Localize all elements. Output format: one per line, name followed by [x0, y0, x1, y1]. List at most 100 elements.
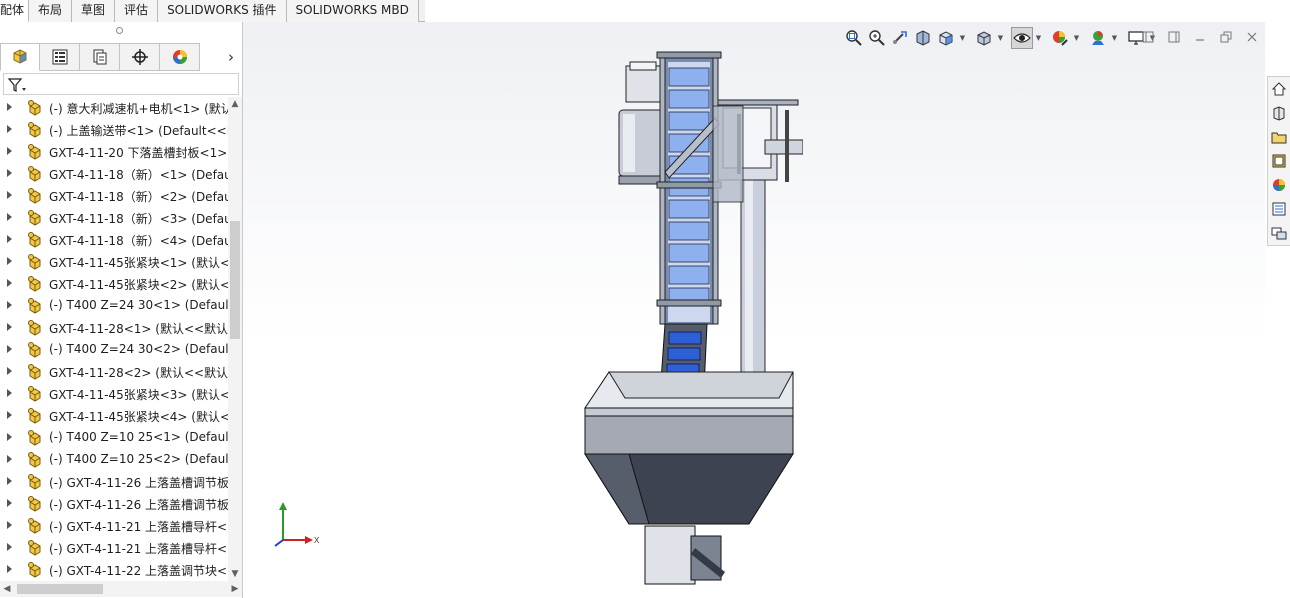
- filter-icon[interactable]: [7, 77, 27, 93]
- tree-item[interactable]: GXT-4-11-18（新）<4> (Defau: [0, 229, 228, 251]
- manager-tabs: [0, 43, 200, 71]
- section-view-button[interactable]: [912, 27, 934, 49]
- tab-custom-properties[interactable]: [1268, 197, 1290, 221]
- previous-view-button[interactable]: [889, 27, 911, 49]
- tree-item[interactable]: (-) T400 Z=24 30<1> (Default<: [0, 295, 228, 317]
- expand-arrow-icon[interactable]: [7, 301, 12, 309]
- zoom-to-fit-button[interactable]: [843, 27, 865, 49]
- scrollbar-thumb[interactable]: [17, 584, 103, 594]
- tree-item[interactable]: (-) 上盖输送带<1> (Default<<D: [0, 119, 228, 141]
- tree-item[interactable]: GXT-4-11-28<2> (默认<<默认>: [0, 361, 228, 383]
- expand-arrow-icon[interactable]: [7, 169, 12, 177]
- tree-item[interactable]: (-) GXT-4-11-26 上落盖槽调节板: [0, 493, 228, 515]
- tab-dimxpert-manager[interactable]: [120, 43, 160, 71]
- tree-item[interactable]: (-) GXT-4-11-22 上落盖调节块<: [0, 559, 228, 581]
- apply-scene-dropdown-icon[interactable]: ▼: [1110, 34, 1119, 42]
- expand-arrow-icon[interactable]: [7, 389, 12, 397]
- expand-arrow-icon[interactable]: [7, 235, 12, 243]
- tab-design-library[interactable]: [1268, 101, 1290, 125]
- scroll-right-icon[interactable]: ▶: [230, 584, 240, 594]
- expand-arrow-icon[interactable]: [7, 433, 12, 441]
- expand-arrow-icon[interactable]: [7, 565, 12, 573]
- collapse-pane-button[interactable]: [1135, 26, 1161, 48]
- tree-item[interactable]: GXT-4-11-28<1> (默认<<默认>: [0, 317, 228, 339]
- expand-arrow-icon[interactable]: [7, 345, 12, 353]
- tab-assembly[interactable]: 配体: [0, 0, 30, 22]
- tree-item[interactable]: (-) GXT-4-11-21 上落盖槽导杆<: [0, 515, 228, 537]
- view-orientation-button[interactable]: [935, 27, 957, 49]
- display-style-button[interactable]: [973, 27, 995, 49]
- tree-item[interactable]: (-) T400 Z=10 25<2> (Default<: [0, 449, 228, 471]
- tab-solidworks-mbd[interactable]: SOLIDWORKS MBD: [286, 0, 419, 22]
- panel-grip-icon[interactable]: [116, 27, 123, 34]
- tab-evaluate[interactable]: 评估: [115, 0, 159, 22]
- tree-vertical-scrollbar[interactable]: ▲ ▼: [228, 97, 242, 581]
- tree-item[interactable]: GXT-4-11-45张紧块<1> (默认<: [0, 251, 228, 273]
- expand-arrow-icon[interactable]: [7, 367, 12, 375]
- scroll-up-icon[interactable]: ▲: [230, 99, 240, 109]
- zoom-to-area-button[interactable]: [866, 27, 888, 49]
- tree-item[interactable]: GXT-4-11-18（新）<1> (Defau: [0, 163, 228, 185]
- tab-solidworks-resources[interactable]: [1268, 77, 1290, 101]
- expand-arrow-icon[interactable]: [7, 477, 12, 485]
- tree-item[interactable]: GXT-4-11-45张紧块<4> (默认<: [0, 405, 228, 427]
- tree-item[interactable]: (-) GXT-4-11-26 上落盖槽调节板: [0, 471, 228, 493]
- expand-pane-button[interactable]: [1161, 26, 1187, 48]
- tree-horizontal-scrollbar[interactable]: ◀ ▶: [0, 581, 242, 597]
- tab-appearances-scenes[interactable]: [1268, 173, 1290, 197]
- scrollbar-thumb[interactable]: [230, 221, 240, 339]
- part-icon: [28, 474, 41, 490]
- tab-forum[interactable]: [1268, 221, 1290, 245]
- edit-appearance-button[interactable]: [1049, 27, 1071, 49]
- restore-button[interactable]: [1213, 26, 1239, 48]
- tree-item[interactable]: GXT-4-11-45张紧块<2> (默认<: [0, 273, 228, 295]
- tree-item-label: (-) T400 Z=10 25<2> (Default<: [49, 452, 228, 466]
- tree-item[interactable]: (-) T400 Z=24 30<2> (Default<: [0, 339, 228, 361]
- tree-item[interactable]: GXT-4-11-18（新）<3> (Defau: [0, 207, 228, 229]
- tab-configuration-manager[interactable]: [80, 43, 120, 71]
- expand-arrow-icon[interactable]: [7, 323, 12, 331]
- expand-arrow-icon[interactable]: [7, 125, 12, 133]
- tree-item[interactable]: GXT-4-11-45张紧块<3> (默认<: [0, 383, 228, 405]
- tree-item[interactable]: (-) GXT-4-11-21 上落盖槽导杆<: [0, 537, 228, 559]
- tree-item-label: GXT-4-11-45张紧块<4> (默认<: [49, 410, 228, 424]
- tab-view-palette[interactable]: [1268, 149, 1290, 173]
- expand-arrow-icon[interactable]: [7, 411, 12, 419]
- tree-item[interactable]: GXT-4-11-18（新）<2> (Defau: [0, 185, 228, 207]
- close-button[interactable]: [1239, 26, 1265, 48]
- edit-appearance-dropdown-icon[interactable]: ▼: [1072, 34, 1081, 42]
- expand-arrow-icon[interactable]: [7, 499, 12, 507]
- expand-arrow-icon[interactable]: [7, 279, 12, 287]
- apply-scene-button[interactable]: [1087, 27, 1109, 49]
- expand-arrow-icon[interactable]: [7, 147, 12, 155]
- tab-solidworks-addins[interactable]: SOLIDWORKS 插件: [158, 0, 287, 22]
- filter-field[interactable]: [3, 73, 239, 95]
- tab-layout[interactable]: 布局: [29, 0, 73, 22]
- tree-item[interactable]: GXT-4-11-20 下落盖槽封板<1>: [0, 141, 228, 163]
- expand-arrow-icon[interactable]: [7, 191, 12, 199]
- scroll-left-icon[interactable]: ◀: [2, 584, 12, 594]
- conveyor-assembly-model[interactable]: [573, 32, 803, 592]
- tab-property-manager[interactable]: [40, 43, 80, 71]
- folder-icon: [1271, 132, 1287, 144]
- tree-item[interactable]: (-) 意大利减速机+电机<1> (默认<: [0, 97, 228, 119]
- tab-file-explorer[interactable]: [1268, 125, 1290, 149]
- hide-show-dropdown-icon[interactable]: ▼: [1034, 34, 1043, 42]
- scroll-down-icon[interactable]: ▼: [230, 569, 240, 579]
- expand-arrow-icon[interactable]: [7, 455, 12, 463]
- minimize-button[interactable]: [1187, 26, 1213, 48]
- more-tabs-chevron-icon[interactable]: ›: [222, 48, 240, 66]
- view-orientation-dropdown-icon[interactable]: ▼: [958, 34, 967, 42]
- expand-arrow-icon[interactable]: [7, 213, 12, 221]
- tab-feature-manager[interactable]: [0, 43, 40, 71]
- tree-item[interactable]: (-) T400 Z=10 25<1> (Default<: [0, 427, 228, 449]
- hide-show-items-button[interactable]: [1011, 27, 1033, 49]
- graphics-area[interactable]: ▼ ▼ ▼ ▼ ▼ ▼ X: [243, 22, 1265, 598]
- expand-arrow-icon[interactable]: [7, 257, 12, 265]
- expand-arrow-icon[interactable]: [7, 521, 12, 529]
- expand-arrow-icon[interactable]: [7, 103, 12, 111]
- display-style-dropdown-icon[interactable]: ▼: [996, 34, 1005, 42]
- tab-sketch[interactable]: 草图: [72, 0, 116, 22]
- tab-display-manager[interactable]: [160, 43, 200, 71]
- expand-arrow-icon[interactable]: [7, 543, 12, 551]
